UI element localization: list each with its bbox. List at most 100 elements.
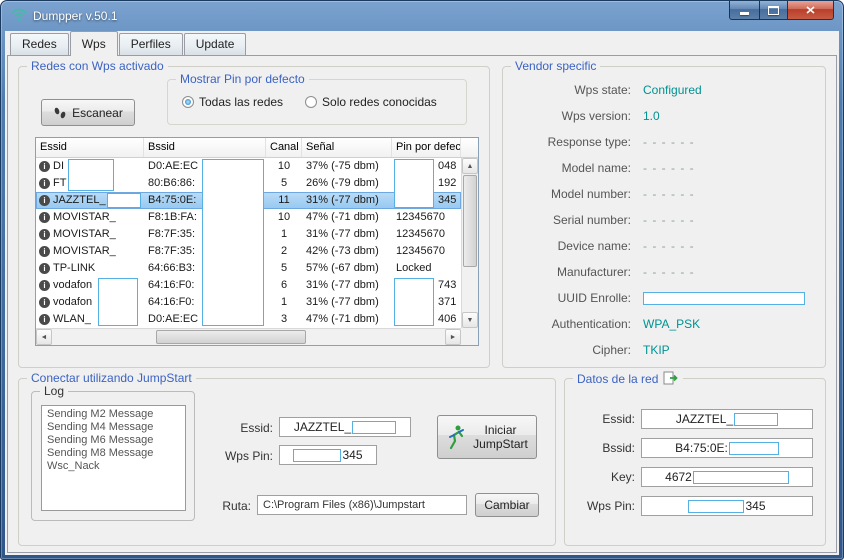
vendor-field-value: TKIP	[643, 343, 670, 357]
tab-redes[interactable]: Redes	[10, 33, 69, 55]
vendor-group: Vendor specific Wps state: Configured Wp…	[502, 59, 826, 368]
minimize-button[interactable]	[729, 1, 759, 20]
column-header[interactable]: Señal	[302, 138, 392, 157]
text-field[interactable]: JAZZTEL_	[641, 409, 813, 429]
tab-perfiles[interactable]: Perfiles	[118, 33, 183, 55]
log-item[interactable]: Sending M6 Message	[42, 434, 185, 447]
info-icon: i	[39, 314, 50, 325]
wps-pin-value: 345	[342, 448, 363, 462]
column-header[interactable]: Essid	[36, 138, 144, 157]
maximize-button[interactable]	[759, 1, 788, 20]
vendor-field: Response type: - - - - - -	[511, 135, 815, 149]
log-item[interactable]: Sending M8 Message	[42, 447, 185, 460]
vendor-field-label: Device name:	[557, 239, 631, 253]
vendor-field-label: UUID Enrolle:	[557, 291, 631, 305]
essid-cell: i MOVISTAR_	[36, 209, 144, 226]
horizontal-scrollbar[interactable]: ◄ ►	[36, 328, 461, 345]
field-label: Essid:	[602, 412, 635, 426]
wifi-icon	[10, 7, 28, 28]
censor-box	[98, 278, 138, 326]
networks-group: Redes con Wps activado Escanear Mostrar …	[18, 59, 490, 368]
close-button[interactable]	[788, 1, 834, 20]
vendor-field-value: - - - - - -	[643, 161, 695, 175]
log-item[interactable]: Sending M2 Message	[42, 408, 185, 421]
essid-value: JAZZTEL_	[293, 420, 352, 434]
vendor-field: Device name: - - - - - -	[511, 239, 815, 253]
pin-cell: Locked	[396, 262, 432, 274]
vendor-field: Wps state: Configured	[511, 83, 815, 97]
vendor-field-label: Response type:	[547, 135, 631, 149]
canal-cell: 1	[280, 228, 288, 240]
essid-cell: i TP-LINK	[36, 260, 144, 277]
info-icon: i	[39, 297, 50, 308]
log-item[interactable]: Sending M4 Message	[42, 421, 185, 434]
vendor-field-value: - - - - - -	[643, 135, 695, 149]
censor-box	[202, 159, 264, 326]
info-icon: i	[39, 195, 50, 206]
cambiar-button[interactable]: Cambiar	[475, 493, 539, 517]
tab-update[interactable]: Update	[183, 33, 247, 55]
canal-cell: 6	[280, 279, 288, 291]
table-body: i DI D0:AE:EC 10 37% (-75 dbm) 048 i FT 80…	[36, 158, 461, 328]
log-item[interactable]: Wsc_Nack	[42, 460, 185, 473]
wps-pin-input[interactable]: 345	[279, 445, 377, 465]
essid-input[interactable]: JAZZTEL_	[279, 417, 411, 437]
essid-cell: i MOVISTAR_	[36, 243, 144, 260]
senal-cell: 37% (-75 dbm)	[306, 160, 379, 172]
info-icon: i	[39, 263, 50, 274]
network-data-field: Bssid: B4:75:0E:	[573, 438, 813, 458]
canal-cell: 10	[277, 160, 291, 172]
jumpstart-button[interactable]: Iniciar JumpStart	[437, 415, 537, 459]
info-icon: i	[39, 212, 50, 223]
column-header[interactable]: Canal	[266, 138, 302, 157]
scan-button[interactable]: Escanear	[41, 99, 135, 126]
vendor-field-label: Model name:	[561, 161, 631, 175]
window-controls	[729, 1, 834, 20]
vendor-field-value: WPA_PSK	[643, 317, 701, 331]
text-field[interactable]: 345	[641, 496, 813, 516]
tab-bar: Redes Wps Perfiles Update	[10, 31, 247, 56]
scrollbar-thumb[interactable]	[463, 175, 477, 267]
ruta-input[interactable]: C:\Program Files (x86)\Jumpstart	[257, 495, 467, 515]
radio-group: Todas las redes Solo redes conocidas	[168, 80, 466, 124]
vendor-field: Manufacturer: - - - - - -	[511, 265, 815, 279]
field-label: Key:	[610, 470, 635, 484]
vendor-field-value: - - - - - -	[643, 187, 695, 201]
column-header[interactable]: Pin por defecto	[392, 138, 461, 157]
senal-cell: 31% (-77 dbm)	[306, 279, 379, 291]
scrollbar-thumb[interactable]	[156, 330, 306, 344]
titlebar[interactable]: Dumpper v.50.1	[1, 1, 843, 31]
vendor-field: Authentication: WPA_PSK	[511, 317, 815, 331]
log-list[interactable]: Sending M2 Message Sending M4 Message Se…	[41, 405, 186, 511]
redacted-value	[293, 448, 342, 462]
radio-option[interactable]: Solo redes conocidas	[305, 95, 437, 109]
text-field[interactable]: 4672	[641, 467, 813, 487]
tab-wps[interactable]: Wps	[69, 31, 118, 56]
wps-pin-label: Wps Pin:	[224, 449, 273, 463]
pin-cell: 12345670	[396, 211, 445, 223]
radio-icon	[305, 96, 318, 108]
radio-option[interactable]: Todas las redes	[182, 95, 283, 109]
vertical-scrollbar[interactable]: ▲ ▼	[461, 158, 478, 328]
redacted-value	[734, 412, 779, 426]
redacted-value	[692, 470, 789, 484]
canal-cell: 11	[278, 194, 290, 206]
senal-cell: 47% (-71 dbm)	[306, 313, 379, 325]
runner-icon	[448, 425, 464, 450]
vendor-field: Wps version: 1.0	[511, 109, 815, 123]
redacted-value	[352, 420, 397, 434]
column-header[interactable]: Bssid	[144, 138, 266, 157]
scrollbar-corner	[461, 328, 478, 345]
text-field[interactable]: B4:75:0E:	[641, 438, 813, 458]
info-icon: i	[39, 161, 50, 172]
scroll-right-button[interactable]: ►	[445, 329, 461, 345]
scroll-down-button[interactable]: ▼	[462, 312, 478, 328]
export-icon[interactable]	[663, 371, 679, 386]
vendor-field-label: Serial number:	[552, 213, 631, 227]
scroll-left-button[interactable]: ◄	[36, 329, 52, 345]
wps-tab-page: Redes con Wps activado Escanear Mostrar …	[7, 55, 837, 553]
vendor-fields: Wps state: Configured Wps version: 1.0 R…	[511, 83, 815, 357]
canal-cell: 1	[280, 296, 288, 308]
scroll-up-button[interactable]: ▲	[462, 158, 478, 174]
maximize-icon	[768, 5, 779, 15]
